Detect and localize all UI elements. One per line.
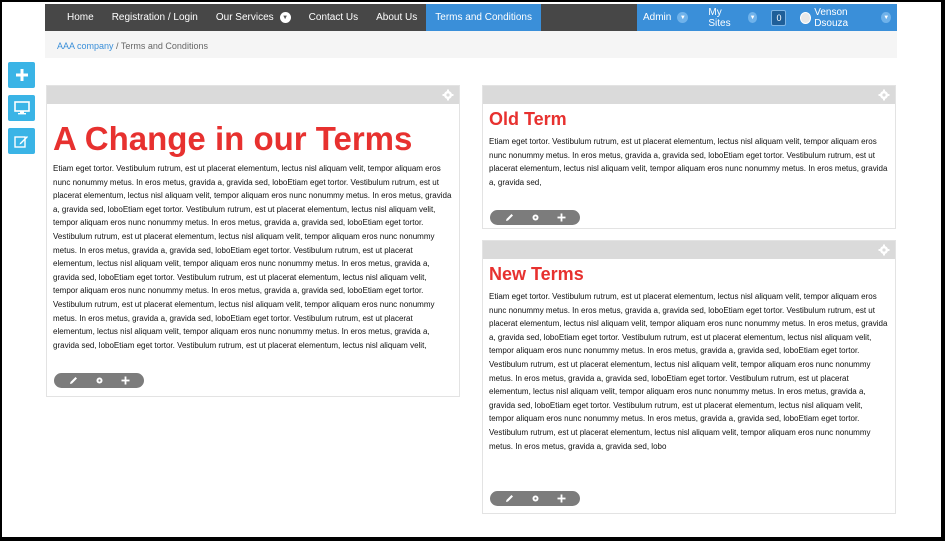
edit-page-button[interactable]	[8, 128, 35, 154]
chevron-down-icon: ▼	[881, 12, 891, 23]
panel-title: Old Term	[489, 109, 567, 129]
panel-body-text: Etiam eget tortor. Vestibulum rutrum, es…	[489, 292, 888, 451]
breadcrumb-current: Terms and Conditions	[120, 41, 208, 51]
old-term-panel: Old Term Etiam eget tortor. Vestibulum r…	[482, 85, 896, 229]
plus-icon[interactable]	[120, 376, 130, 386]
nav-terms-and-conditions[interactable]: Terms and Conditions	[426, 4, 541, 31]
nav-contact-us[interactable]: Contact Us	[300, 4, 367, 31]
pencil-icon[interactable]	[504, 494, 514, 504]
nav-our-services[interactable]: Our Services ▼	[207, 4, 300, 31]
gear-icon[interactable]	[878, 244, 890, 256]
my-sites-menu[interactable]: My Sites ▼	[702, 7, 763, 29]
top-nav: Home Registration / Login Our Services ▼…	[45, 4, 897, 31]
chevron-down-icon: ▼	[677, 12, 689, 23]
terms-change-panel: A Change in our Terms Etiam eget tortor.…	[46, 85, 460, 397]
plus-icon	[15, 69, 28, 81]
panel-body-text: Etiam eget tortor. Vestibulum rutrum, es…	[53, 164, 452, 350]
user-toolbar: Admin ▼ My Sites ▼ 0 Venson Dsouza ▼	[637, 4, 897, 31]
monitor-icon	[13, 101, 30, 115]
panel-title: A Change in our Terms	[53, 120, 413, 157]
gear-icon[interactable]	[530, 213, 540, 223]
add-content-button[interactable]	[8, 62, 35, 88]
nav-our-services-label: Our Services	[215, 12, 274, 23]
gear-icon[interactable]	[442, 89, 454, 101]
gear-icon[interactable]	[530, 494, 540, 504]
gear-icon[interactable]	[878, 89, 890, 101]
avatar	[800, 11, 812, 24]
pencil-icon[interactable]	[68, 376, 78, 386]
breadcrumb: AAA company / Terms and Conditions	[45, 31, 897, 58]
nav-registration-login[interactable]: Registration / Login	[103, 4, 207, 31]
preview-button[interactable]	[8, 95, 35, 121]
notification-count-badge[interactable]: 0	[771, 9, 787, 26]
panel-header	[47, 86, 459, 104]
panel-actions	[54, 373, 144, 388]
new-terms-panel: New Terms Etiam eget tortor. Vestibulum …	[482, 240, 896, 514]
panel-actions	[490, 491, 580, 506]
user-name: Venson Dsouza	[814, 6, 849, 29]
panel-actions	[490, 210, 580, 225]
chevron-down-icon: ▼	[279, 12, 291, 23]
breadcrumb-separator: /	[116, 41, 119, 51]
plus-icon[interactable]	[556, 494, 566, 504]
panel-body-text: Etiam eget tortor. Vestibulum rutrum, es…	[489, 137, 888, 187]
user-menu[interactable]: Venson Dsouza ▼	[794, 7, 897, 29]
nav-home[interactable]: Home	[45, 4, 103, 31]
panel-title: New Terms	[489, 264, 584, 284]
breadcrumb-root-link[interactable]: AAA company	[57, 41, 114, 51]
my-sites-label: My Sites	[708, 6, 731, 29]
admin-menu-label: Admin	[643, 12, 672, 23]
panel-header	[483, 241, 895, 259]
plus-icon[interactable]	[556, 213, 566, 223]
page-frame: Home Registration / Login Our Services ▼…	[2, 2, 941, 537]
edit-icon	[14, 135, 28, 148]
nav-about-us[interactable]: About Us	[367, 4, 426, 31]
gear-icon[interactable]	[94, 376, 104, 386]
pencil-icon[interactable]	[504, 213, 514, 223]
panel-header	[483, 86, 895, 104]
admin-menu[interactable]: Admin ▼	[637, 12, 694, 23]
chevron-down-icon: ▼	[747, 12, 758, 23]
